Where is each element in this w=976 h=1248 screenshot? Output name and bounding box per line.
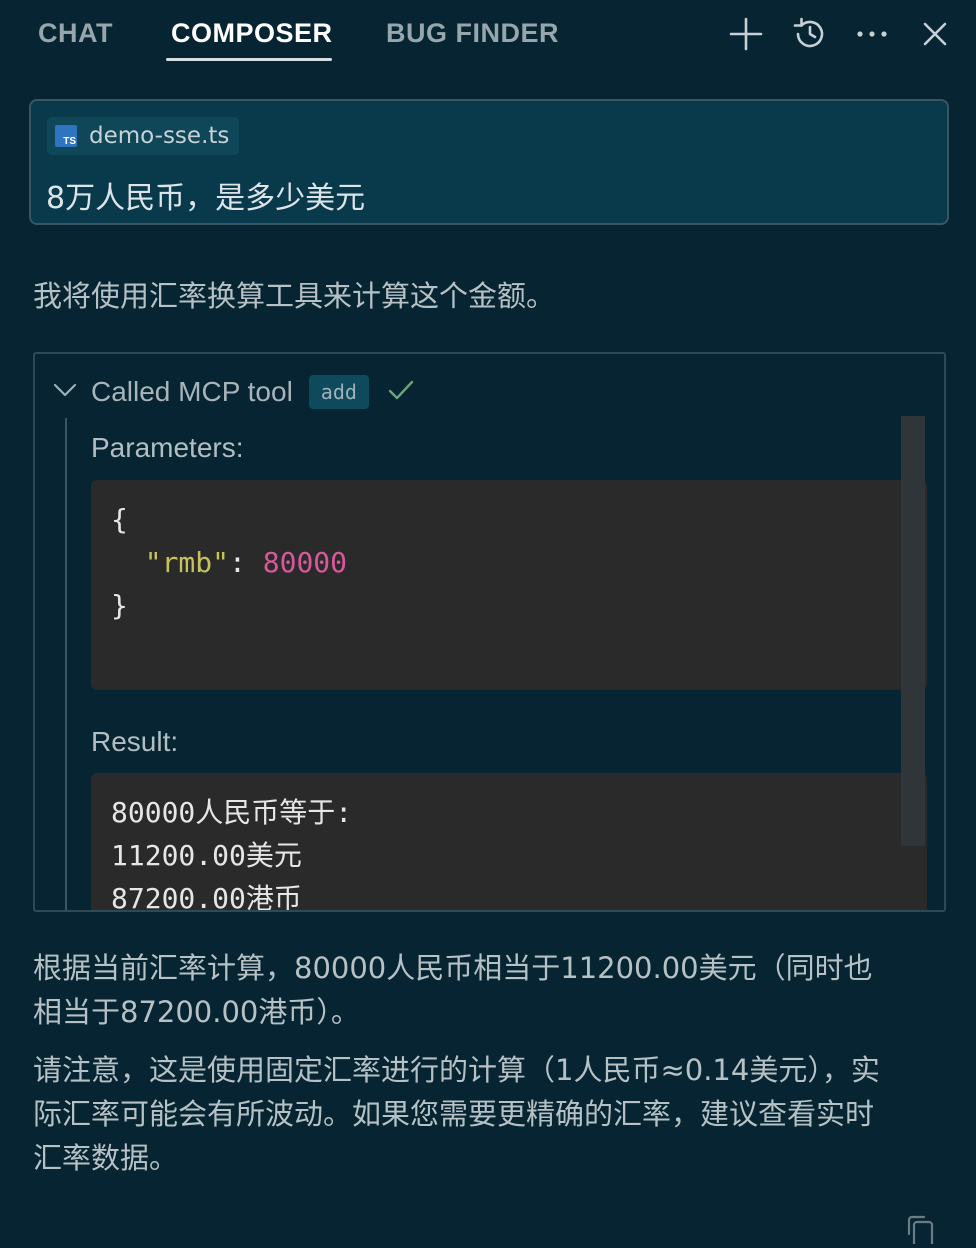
plus-icon[interactable] — [726, 14, 766, 54]
tool-name-badge: add — [308, 375, 369, 409]
result-line: 80000人民币等于: — [111, 796, 353, 829]
tool-call-scrollbar[interactable] — [901, 416, 925, 846]
parameters-label: Parameters: — [91, 432, 244, 463]
user-prompt-text: 8万人民币，是多少美元 — [46, 181, 366, 216]
chevron-down-icon[interactable] — [53, 382, 77, 402]
response-line: 际汇率可能会有所波动。如果您需要更精确的汇率，建议查看实时 — [33, 1097, 875, 1131]
parameters-code-block: { "rmb": 80000 } — [91, 480, 927, 690]
json-open-brace: { — [111, 503, 128, 536]
active-tab-indicator — [166, 58, 332, 61]
result-label: Result: — [91, 726, 179, 757]
user-prompt-card[interactable]: TS demo-sse.ts 8万人民币，是多少美元 — [29, 99, 949, 225]
assistant-intro-text: 我将使用汇率换算工具来计算这个金额。 — [33, 279, 556, 313]
tool-call-title: Called MCP tool — [91, 376, 293, 407]
response-line: 汇率数据。 — [33, 1141, 179, 1175]
more-icon[interactable] — [852, 14, 892, 54]
json-colon: : — [229, 546, 263, 579]
json-value: 80000 — [262, 546, 348, 579]
json-key: "rmb" — [144, 546, 230, 579]
history-icon[interactable] — [790, 14, 830, 54]
response-line: 请注意，这是使用固定汇率进行的计算（1人民币≈0.14美元），实 — [33, 1053, 880, 1087]
response-line: 相当于87200.00港币）。 — [33, 995, 360, 1029]
close-icon[interactable] — [915, 14, 955, 54]
composer-header: CHAT COMPOSER BUG FINDER — [0, 0, 976, 72]
tab-chat[interactable]: CHAT — [38, 18, 113, 49]
context-file-chip[interactable]: TS demo-sse.ts — [47, 117, 240, 155]
response-line: 根据当前汇率计算，80000人民币相当于11200.00美元（同时也 — [33, 951, 873, 985]
tab-composer[interactable]: COMPOSER — [171, 18, 333, 49]
mcp-tool-call-card: Called MCP tool add Parameters: { "rmb":… — [33, 352, 946, 912]
tool-call-header[interactable]: Called MCP tool add — [53, 372, 415, 412]
assistant-response-paragraph-1: 根据当前汇率计算，80000人民币相当于11200.00美元（同时也 相当于87… — [33, 946, 873, 1034]
result-code-block: 80000人民币等于: 11200.00美元 87200.00港币 — [91, 773, 927, 912]
result-line: 11200.00美元 — [111, 839, 302, 872]
copy-icon[interactable] — [904, 1214, 938, 1248]
check-icon — [387, 378, 415, 406]
typescript-file-icon: TS — [55, 125, 77, 147]
assistant-response-paragraph-2: 请注意，这是使用固定汇率进行的计算（1人民币≈0.14美元），实 际汇率可能会有… — [33, 1048, 880, 1180]
tool-call-body: Parameters: { "rmb": 80000 } Result: 800… — [65, 418, 927, 912]
result-line: 87200.00港币 — [111, 882, 302, 912]
json-close-brace: } — [111, 589, 128, 622]
tab-bug-finder[interactable]: BUG FINDER — [386, 18, 559, 49]
context-file-name: demo-sse.ts — [89, 123, 230, 149]
